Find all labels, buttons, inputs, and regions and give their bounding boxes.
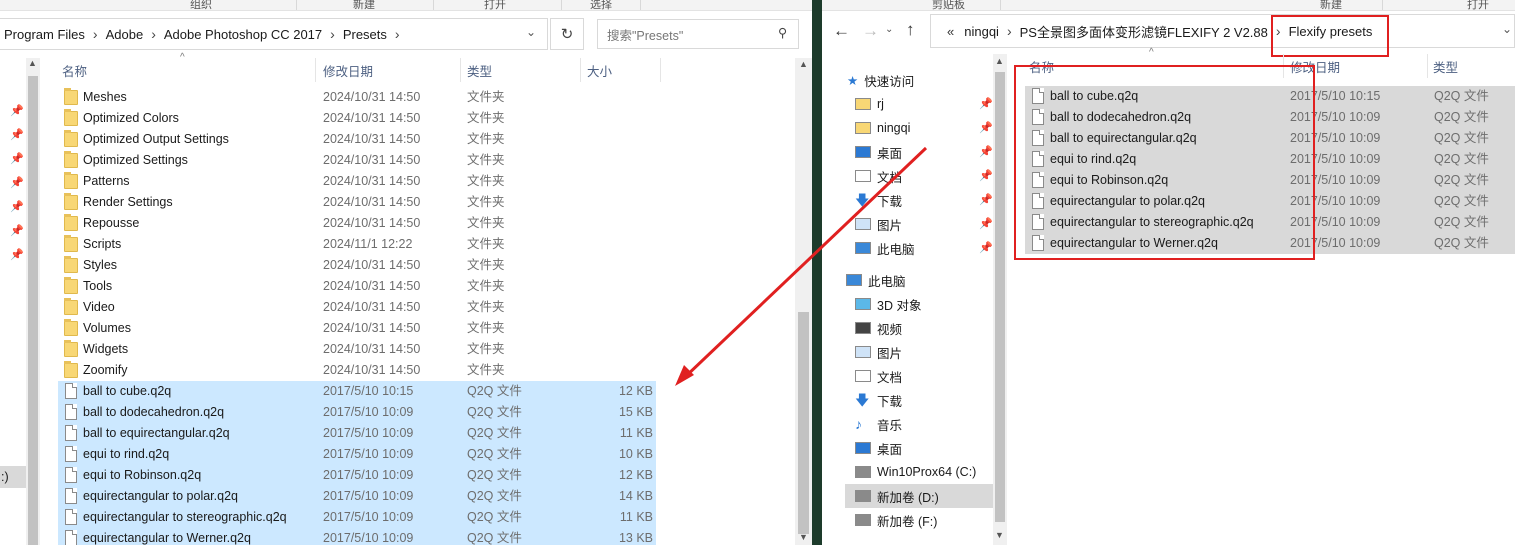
annotation-arrow-line — [682, 146, 928, 380]
annotation-arrow-head — [675, 365, 694, 386]
annotation-arrow — [675, 146, 928, 386]
